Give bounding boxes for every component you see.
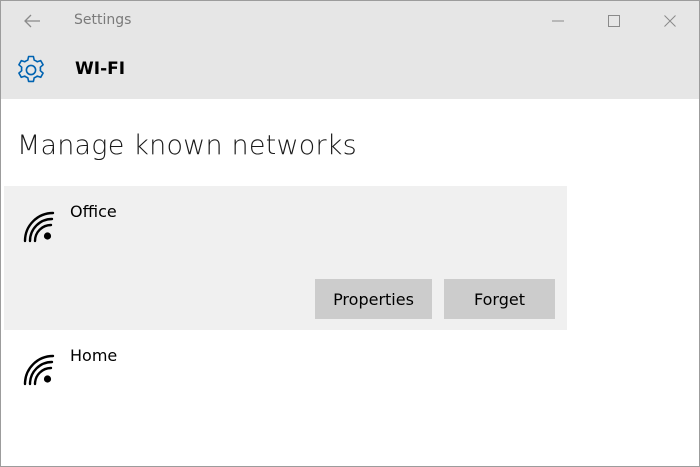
- back-arrow-icon: [24, 14, 40, 28]
- page-title: Manage known networks: [17, 130, 357, 161]
- minimize-button[interactable]: [535, 1, 581, 41]
- properties-button[interactable]: Properties: [315, 279, 432, 319]
- back-button[interactable]: [15, 7, 49, 35]
- minimize-icon: [552, 20, 564, 22]
- wifi-icon: [23, 211, 55, 243]
- maximize-button[interactable]: [591, 1, 637, 41]
- settings-window: Settings WI-FI Manage known networks Off…: [0, 0, 700, 467]
- page-header: WI-FI: [1, 41, 699, 99]
- network-item-home[interactable]: Home: [4, 331, 567, 397]
- title-bar: Settings: [1, 1, 699, 41]
- section-title: WI-FI: [75, 59, 126, 79]
- forget-button[interactable]: Forget: [444, 279, 555, 319]
- close-icon: [664, 15, 676, 27]
- network-name: Home: [70, 346, 118, 365]
- network-name: Office: [70, 202, 117, 221]
- wifi-icon: [23, 354, 55, 386]
- network-item-office[interactable]: Office Properties Forget: [4, 186, 567, 330]
- gear-icon: [14, 53, 48, 87]
- app-title: Settings: [74, 12, 132, 28]
- maximize-icon: [608, 15, 620, 27]
- close-button[interactable]: [647, 1, 693, 41]
